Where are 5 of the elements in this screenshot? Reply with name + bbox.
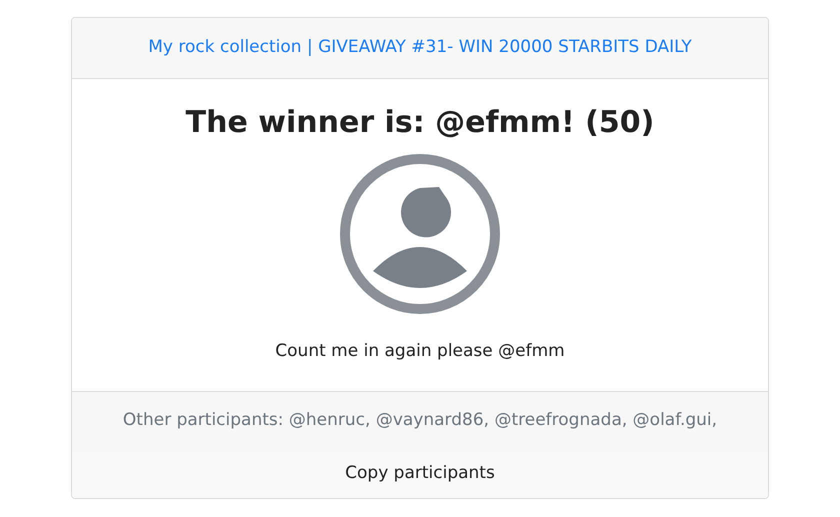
copy-participants-button[interactable]: Copy participants	[72, 450, 768, 498]
participants-text: Other participants: @henruc, @vaynard86, @treefrognada, @olaf.gui,	[122, 409, 718, 432]
avatar-icon	[339, 153, 501, 315]
winner-comment: Count me in again please @efmm	[275, 340, 565, 363]
winner-heading: The winner is: @efmm! (50)	[186, 105, 654, 141]
